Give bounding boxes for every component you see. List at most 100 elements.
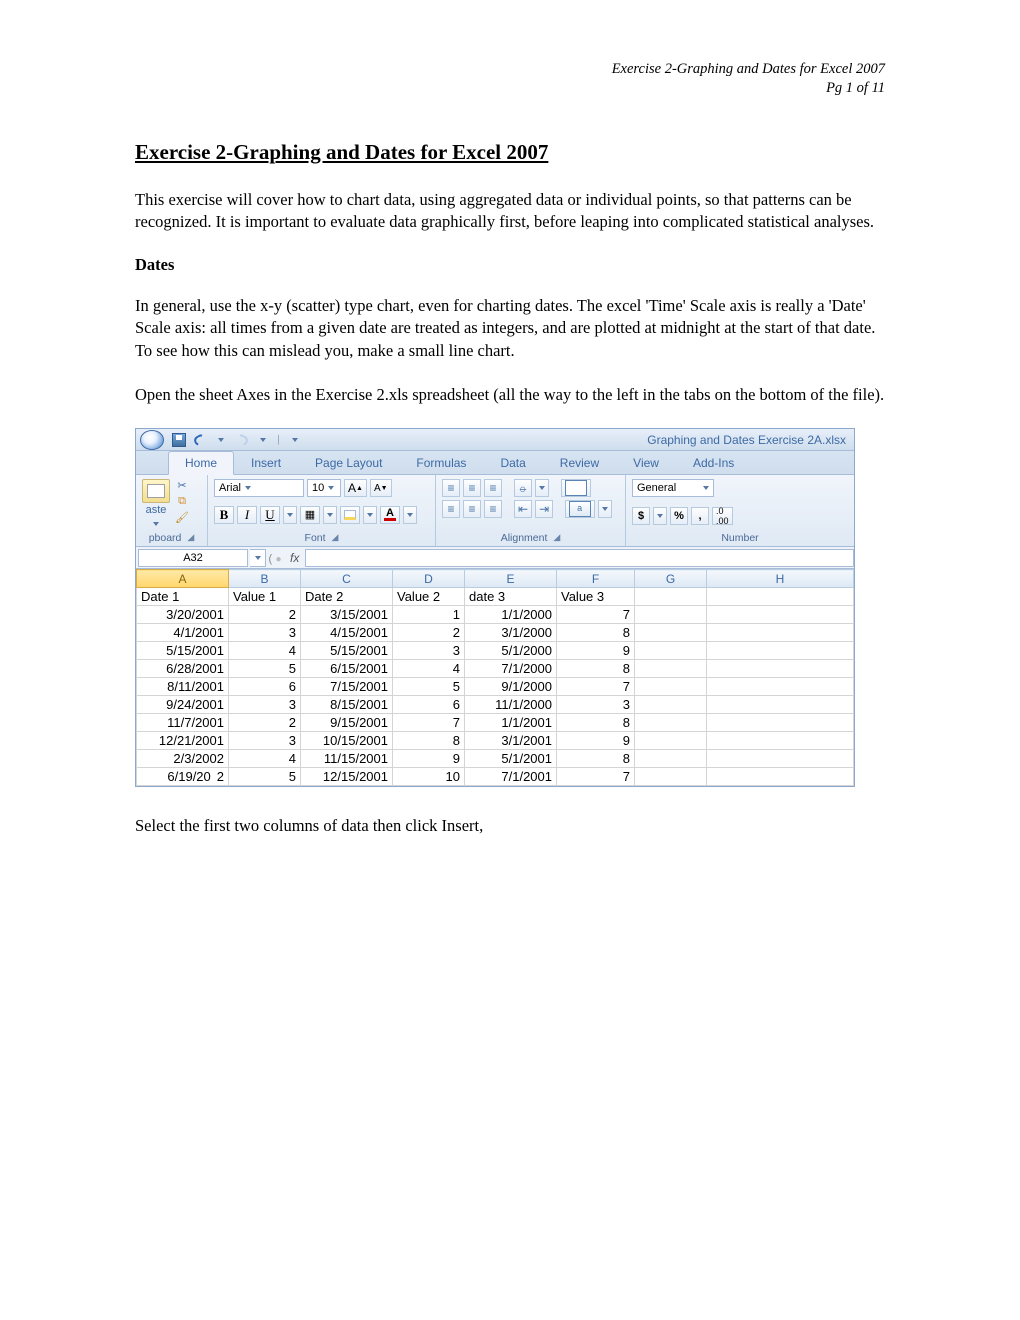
cell[interactable]: 5/15/2001 [301,642,393,660]
col-header-c[interactable]: C [301,570,393,588]
cell[interactable]: 3 [229,696,301,714]
comma-style-button[interactable]: , [691,507,709,525]
cell[interactable]: 4 [229,750,301,768]
cell[interactable] [707,678,854,696]
formula-input[interactable] [305,549,854,567]
cell[interactable] [635,624,707,642]
cell[interactable]: 4/15/2001 [301,624,393,642]
italic-button[interactable]: I [237,506,257,524]
cell[interactable]: 5/15/2001 [137,642,229,660]
tab-home[interactable]: Home [168,451,234,475]
font-size-dropdown[interactable]: 10 [307,479,341,497]
cell[interactable]: 9 [393,750,465,768]
underline-button[interactable]: U [260,506,280,524]
undo-icon[interactable] [191,431,209,449]
cell[interactable]: 8/11/2001 [137,678,229,696]
underline-dropdown-icon[interactable] [283,506,297,524]
worksheet-grid[interactable]: A B C D E F G H Date 1 Value 1 Date 2 Va… [136,569,854,786]
cell[interactable]: 5 [393,678,465,696]
cell[interactable] [707,696,854,714]
col-header-g[interactable]: G [635,570,707,588]
font-dialog-launcher-icon[interactable]: ◢ [332,532,339,544]
borders-dropdown-icon[interactable] [323,506,337,524]
align-bottom-button[interactable]: ≡ [484,479,502,497]
cell[interactable]: 7/1/2000 [465,660,557,678]
cell[interactable] [707,732,854,750]
cell[interactable]: 10/15/2001 [301,732,393,750]
bold-button[interactable]: B [214,506,234,524]
cell[interactable] [635,750,707,768]
cell[interactable]: 6/19/202 [137,768,229,786]
cell[interactable]: 10 [393,768,465,786]
align-middle-button[interactable]: ≡ [463,479,481,497]
cell[interactable]: 3/1/2001 [465,732,557,750]
cell[interactable]: 7/1/2001 [465,768,557,786]
cell[interactable]: 11/15/2001 [301,750,393,768]
cell[interactable]: 3 [229,624,301,642]
cell[interactable]: 6 [229,678,301,696]
cell[interactable]: Value 2 [393,588,465,606]
cell[interactable]: 12/15/2001 [301,768,393,786]
cell[interactable] [635,660,707,678]
increase-indent-button[interactable]: ⇥ [535,500,553,518]
cell[interactable] [707,606,854,624]
cell[interactable]: 6/28/2001 [137,660,229,678]
cell[interactable]: 8 [557,660,635,678]
cell[interactable] [635,678,707,696]
cell[interactable]: 1/1/2001 [465,714,557,732]
cell[interactable]: 9/24/2001 [137,696,229,714]
tab-insert[interactable]: Insert [234,451,298,474]
cell[interactable]: Date 1 [137,588,229,606]
cell[interactable]: 4/1/2001 [137,624,229,642]
cell[interactable]: 3 [393,642,465,660]
alignment-dialog-launcher-icon[interactable]: ◢ [553,532,560,544]
cell[interactable]: 3 [229,732,301,750]
cell[interactable] [635,588,707,606]
cell[interactable] [707,588,854,606]
align-right-button[interactable]: ≡ [484,500,502,518]
align-top-button[interactable]: ≡ [442,479,460,497]
increase-decimal-button[interactable]: .0.00 [712,507,733,525]
cell[interactable]: 12/21/2001 [137,732,229,750]
cut-icon[interactable]: ✂ [174,479,190,492]
cell[interactable] [707,642,854,660]
orientation-dropdown-icon[interactable] [535,479,549,497]
cell[interactable]: 2/3/2002 [137,750,229,768]
grow-font-button[interactable]: A▲ [344,479,367,497]
cell[interactable]: 5 [229,660,301,678]
accounting-dropdown-icon[interactable] [653,507,667,525]
undo-dropdown-icon[interactable] [212,431,230,449]
cell[interactable]: 3 [557,696,635,714]
redo-dropdown-icon[interactable] [254,431,272,449]
cell[interactable]: Value 3 [557,588,635,606]
fill-color-dropdown-icon[interactable] [363,506,377,524]
number-format-dropdown[interactable]: General [632,479,714,497]
cell[interactable]: 3/1/2000 [465,624,557,642]
align-left-button[interactable]: ≡ [442,500,460,518]
merge-dropdown-icon[interactable] [598,500,612,518]
percent-style-button[interactable]: % [670,507,688,525]
col-header-b[interactable]: B [229,570,301,588]
cell[interactable]: 9 [557,642,635,660]
cell[interactable]: 11/1/2000 [465,696,557,714]
cell[interactable] [707,768,854,786]
save-icon[interactable] [170,431,188,449]
cell[interactable]: 1 [393,606,465,624]
col-header-h[interactable]: H [707,570,854,588]
cell[interactable]: 3/20/2001 [137,606,229,624]
cell[interactable]: 3/15/2001 [301,606,393,624]
tab-review[interactable]: Review [543,451,616,474]
cell[interactable] [707,624,854,642]
cell[interactable]: 6 [393,696,465,714]
cell[interactable]: 6/15/2001 [301,660,393,678]
wrap-text-button[interactable] [561,479,591,497]
cell[interactable]: 2 [393,624,465,642]
name-box[interactable]: A32 [138,549,248,567]
decrease-indent-button[interactable]: ⇤ [514,500,532,518]
cell[interactable]: 9/1/2000 [465,678,557,696]
fill-color-button[interactable] [340,506,360,524]
cell[interactable] [635,696,707,714]
name-box-dropdown-icon[interactable] [250,549,266,567]
cell[interactable]: date 3 [465,588,557,606]
cell[interactable]: 8 [557,624,635,642]
